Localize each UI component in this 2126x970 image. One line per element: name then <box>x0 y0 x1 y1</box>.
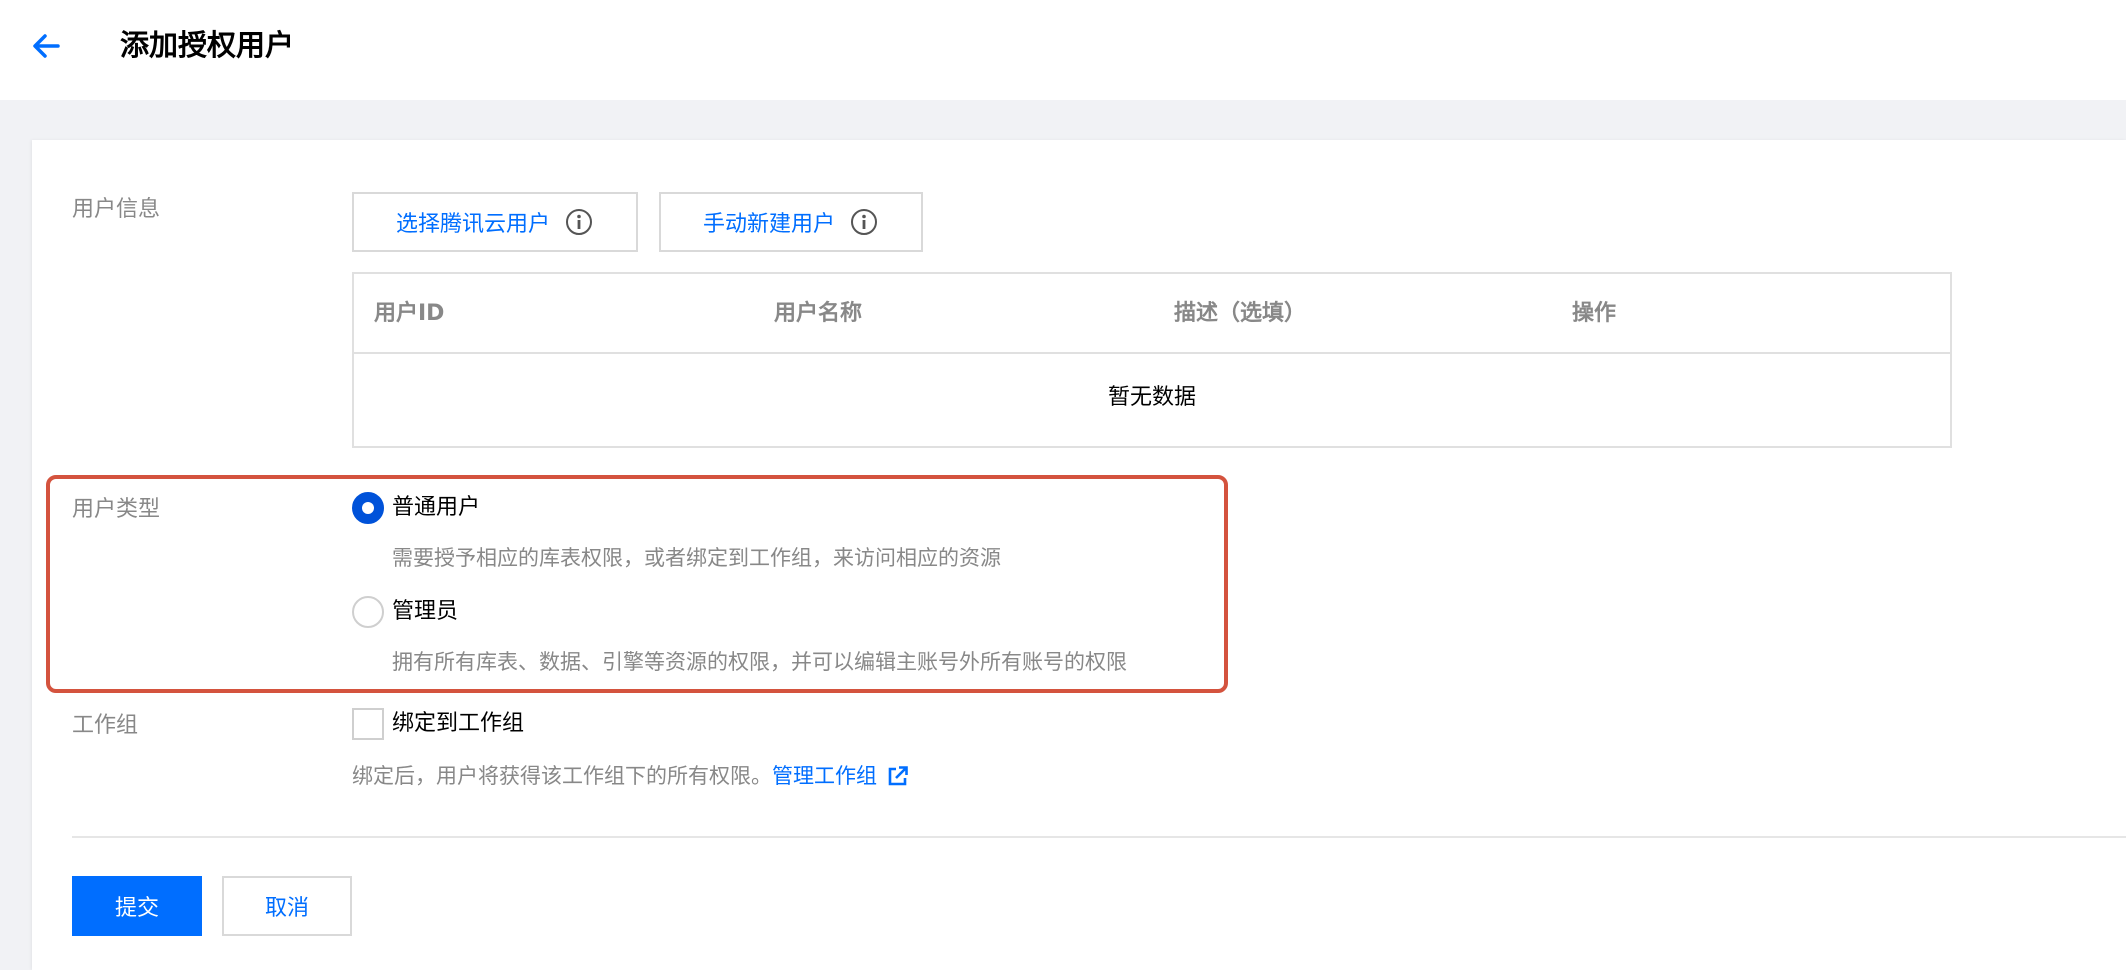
bind-workgroup-label[interactable]: 绑定到工作组 <box>392 708 524 740</box>
workgroup-help: 绑定后，用户将获得该工作组下的所有权限。管理工作组 <box>352 760 909 792</box>
select-tencent-user-button[interactable]: 选择腾讯云用户 <box>352 192 638 252</box>
info-icon[interactable] <box>849 207 879 237</box>
table-header: 用户ID 用户名称 描述（选填） 操作 <box>354 274 1950 354</box>
option-normal-user-description: 需要授予相应的库表权限，或者绑定到工作组，来访问相应的资源 <box>392 546 1001 570</box>
user-table: 用户ID 用户名称 描述（选填） 操作 暂无数据 <box>352 272 1952 448</box>
external-link-icon[interactable] <box>887 765 909 787</box>
option-admin-label[interactable]: 管理员 <box>392 596 458 628</box>
arrow-left-icon[interactable] <box>28 28 64 64</box>
workgroup-label: 工作组 <box>72 713 139 738</box>
option-admin-description: 拥有所有库表、数据、引擎等资源的权限，并可以编辑主账号外所有账号的权限 <box>392 650 1127 674</box>
select-tencent-user-label: 选择腾讯云用户 <box>395 212 550 237</box>
create-user-label: 手动新建用户 <box>702 212 835 237</box>
divider <box>72 836 2126 838</box>
submit-button[interactable]: 提交 <box>72 876 202 936</box>
create-user-button[interactable]: 手动新建用户 <box>659 192 923 252</box>
page-title: 添加授权用户 <box>120 28 295 62</box>
column-user-id: 用户ID <box>374 301 445 326</box>
radio-normal-user[interactable] <box>352 492 384 524</box>
info-icon[interactable] <box>564 207 594 237</box>
user-type-label: 用户类型 <box>72 497 161 522</box>
page-header: 添加授权用户 <box>0 0 2126 100</box>
user-info-label: 用户信息 <box>72 197 161 222</box>
cancel-button[interactable]: 取消 <box>222 876 352 936</box>
table-empty-text: 暂无数据 <box>1107 385 1196 410</box>
column-description: 描述（选填） <box>1174 301 1307 326</box>
workgroup-help-text: 绑定后，用户将获得该工作组下的所有权限。 <box>352 764 772 788</box>
option-normal-user-label[interactable]: 普通用户 <box>392 492 480 524</box>
column-actions: 操作 <box>1572 301 1617 326</box>
column-user-name: 用户名称 <box>774 301 863 326</box>
bind-workgroup-checkbox[interactable] <box>352 708 384 740</box>
radio-admin[interactable] <box>352 596 384 628</box>
manage-workgroup-link[interactable]: 管理工作组 <box>772 764 877 788</box>
